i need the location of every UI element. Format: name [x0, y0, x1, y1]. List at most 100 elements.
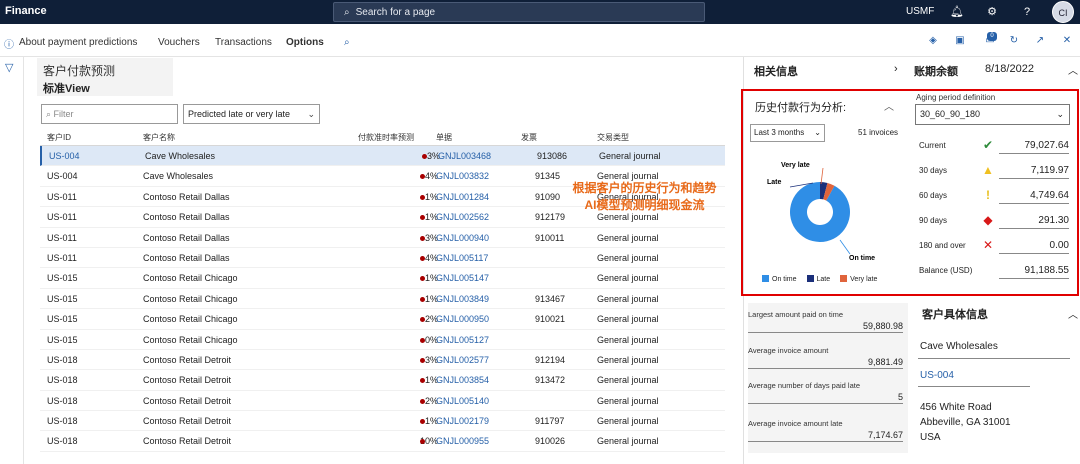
page-title-view[interactable]: 标准View — [43, 80, 173, 96]
action-options[interactable]: Options — [286, 37, 324, 48]
cell-ontime-pct: 0% — [424, 334, 438, 345]
on-time-label: On time — [849, 255, 875, 262]
help-icon[interactable]: ? — [1018, 3, 1036, 21]
cell-invoice: 912179 — [535, 212, 566, 223]
cell-transaction-type: General journal — [597, 375, 659, 386]
cell-voucher-link[interactable]: GNJL002562 — [436, 212, 489, 222]
company-selector[interactable]: USMF — [906, 6, 934, 17]
balance-date: 8/18/2022 — [985, 63, 1034, 75]
chevron-up-icon[interactable]: ︿ — [1068, 306, 1078, 321]
cell-ontime-pct: 1% — [424, 375, 438, 386]
refresh-icon[interactable]: ↻ — [1007, 34, 1021, 48]
diamond-link-icon[interactable]: ◈ — [926, 34, 940, 48]
cell-voucher-link[interactable]: GNJL000955 — [436, 436, 489, 446]
risk-dot-icon — [420, 296, 425, 302]
col-invoice[interactable]: 发票 — [521, 132, 537, 143]
avatar[interactable]: CI — [1052, 1, 1074, 23]
table-row[interactable]: US-018 Contoso Retail Detroit 10% GNJL00095… — [40, 431, 725, 452]
filter-rail: ▽ — [0, 57, 24, 464]
col-transaction-type[interactable]: 交易类型 — [597, 132, 629, 143]
diamond-icon: ◆ — [983, 213, 993, 227]
range-select-value: Last 3 months — [754, 128, 805, 137]
action-transactions[interactable]: Transactions — [215, 37, 272, 48]
open-new-window-icon[interactable]: ↗ — [1033, 34, 1047, 48]
search-box[interactable]: ⌕ Search for a page — [333, 2, 705, 22]
view-select[interactable]: Predicted late or very late ⌄ — [183, 104, 320, 124]
chevron-right-icon[interactable]: › — [894, 63, 898, 75]
table-row[interactable]: US-011 Contoso Retail Dallas 3% GNJL000940 9… — [40, 228, 725, 248]
risk-dot-icon — [420, 235, 425, 241]
filter-input[interactable]: ⌕ Filter — [41, 104, 178, 124]
cell-voucher-link[interactable]: GNJL003468 — [438, 151, 491, 161]
bell-icon[interactable]: 🔔︎ — [948, 3, 966, 21]
cell-invoice: 910026 — [535, 436, 566, 447]
cell-ontime-pct: 1% — [424, 416, 438, 427]
gear-icon[interactable]: ⚙ — [983, 3, 1001, 21]
search-placeholder: Search for a page — [355, 6, 436, 18]
cell-transaction-type: General journal — [597, 252, 659, 263]
aging-value: 0.00 — [999, 240, 1069, 254]
cell-voucher-link[interactable]: GNJL001284 — [436, 192, 489, 202]
table-row[interactable]: US-015 Contoso Retail Chicago 0% GNJL005127… — [40, 330, 725, 350]
very-late-leader-line — [820, 167, 824, 185]
action-vouchers[interactable]: Vouchers — [158, 37, 200, 48]
app-brand[interactable]: Finance — [5, 5, 47, 17]
legend-very-late[interactable]: Very late — [840, 275, 877, 283]
legend-late[interactable]: Late — [806, 275, 830, 283]
donut-slices — [790, 182, 850, 242]
risk-dot-icon — [420, 255, 425, 261]
cell-voucher-link[interactable]: GNJL005127 — [436, 335, 489, 345]
cell-voucher-link[interactable]: GNJL005117 — [436, 253, 488, 263]
table-row[interactable]: US-018 Contoso Retail Detroit 1% GNJL002179… — [40, 411, 725, 432]
cell-transaction-type: General journal — [597, 293, 659, 304]
cell-voucher-link[interactable]: GNJL002179 — [436, 416, 489, 426]
cell-customer-name: Contoso Retail Chicago — [143, 293, 238, 304]
cell-voucher-link[interactable]: GNJL003832 — [436, 171, 489, 181]
cell-voucher-link[interactable]: GNJL000940 — [436, 233, 489, 243]
cell-voucher-link[interactable]: GNJL003854 — [436, 375, 489, 385]
close-icon[interactable]: ✕ — [1060, 34, 1074, 48]
chevron-up-icon[interactable]: ︿ — [1068, 62, 1078, 77]
legend-on-time[interactable]: On time — [762, 275, 797, 283]
table-row[interactable]: US-018 Contoso Retail Detroit 2% GNJL005140… — [40, 391, 725, 412]
cell-voucher-link[interactable]: GNJL005140 — [436, 396, 489, 406]
aging-row-current: Current ✔ 79,027.64 — [919, 138, 1069, 156]
cell-voucher-link[interactable]: GNJL003849 — [436, 294, 489, 304]
aging-label: 30 days — [919, 166, 948, 175]
chevron-up-icon[interactable]: ︿ — [884, 98, 894, 113]
search-icon[interactable]: ⌕ — [344, 37, 350, 48]
table-row[interactable]: US-004 Cave Wholesales 3% GNJL003468 913086 G… — [40, 146, 725, 167]
table-row[interactable]: US-015 Contoso Retail Chicago 1% GNJL005147… — [40, 268, 725, 289]
aging-period-select[interactable]: 30_60_90_180 ⌄ — [915, 104, 1070, 125]
cell-voucher-link[interactable]: GNJL002577 — [436, 355, 489, 365]
col-customer-id[interactable]: 客户ID — [47, 132, 71, 143]
info-icon: ⓘ — [4, 40, 14, 51]
table-row[interactable]: US-015 Contoso Retail Chicago 1% GNJL003849… — [40, 289, 725, 310]
cell-voucher-link[interactable]: GNJL000950 — [436, 314, 489, 324]
col-ontime-prediction[interactable]: 付款准时率预测 — [358, 132, 414, 143]
table-row[interactable]: US-015 Contoso Retail Chicago 2% GNJL000950… — [40, 309, 725, 330]
cell-customer-name: Contoso Retail Chicago — [143, 273, 238, 284]
cell-ontime-pct: 1% — [424, 191, 438, 202]
cell-voucher-link[interactable]: GNJL005147 — [436, 273, 489, 283]
action-about-predictions[interactable]: About payment predictions — [19, 37, 137, 48]
col-voucher[interactable]: 单据 — [436, 132, 452, 143]
office-icon[interactable]: ▣ — [953, 34, 967, 48]
table-row[interactable]: US-018 Contoso Retail Detroit 1% GNJL003854… — [40, 370, 725, 391]
range-select[interactable]: Last 3 months ⌄ — [750, 124, 825, 142]
stat-label: Largest amount paid on time — [748, 310, 844, 319]
cell-ontime-pct: 1% — [424, 293, 438, 304]
filter-funnel-icon[interactable]: ▽ — [5, 61, 13, 74]
col-customer-name[interactable]: 客户名称 — [143, 132, 175, 143]
cell-customer-id: US-018 — [47, 416, 78, 427]
cell-customer-id: US-018 — [47, 375, 78, 386]
cell-customer-id: US-018 — [47, 436, 78, 447]
stat-value: 7,174.67 — [748, 430, 903, 442]
aging-value: 79,027.64 — [999, 140, 1069, 154]
table-row[interactable]: US-018 Contoso Retail Detroit 3% GNJL002577… — [40, 350, 725, 371]
stat-value: 59,880.98 — [748, 321, 903, 333]
very-late-label: Very late — [781, 162, 810, 169]
table-row[interactable]: US-011 Contoso Retail Dallas 4% GNJL005117 G… — [40, 248, 725, 269]
customer-id-link[interactable]: US-004 — [918, 365, 1030, 387]
cell-invoice: 912194 — [535, 354, 566, 365]
